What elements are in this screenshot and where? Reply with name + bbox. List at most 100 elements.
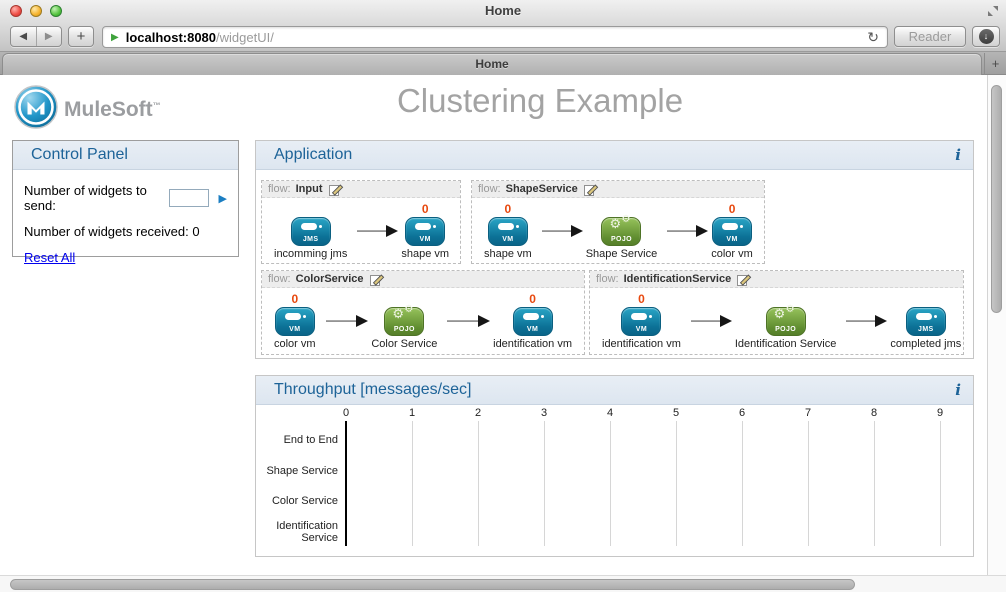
send-button[interactable]: ▶ xyxy=(219,192,227,205)
icon-type-label: VM xyxy=(622,326,660,333)
throughput-chart: 0123456789End to EndShape ServiceColor S… xyxy=(256,405,973,556)
jms-icon: JMS xyxy=(906,307,946,336)
flow-node: ⚙⚙POJOColor Service xyxy=(371,292,437,350)
flow-name-label: ColorService xyxy=(296,273,364,285)
new-tab-button[interactable]: + xyxy=(68,26,94,47)
gridline xyxy=(940,421,941,546)
toolbar: ◀ ▶ + ▶ localhost:8080 /widgetUI/ ↻ Read… xyxy=(0,22,1006,52)
flow-row: 0VMidentification vm⚙⚙POJOIdentification… xyxy=(590,288,963,350)
flow-node: 0VMshape vm xyxy=(484,202,532,260)
flow-name-label: ShapeService xyxy=(506,183,578,195)
reader-button[interactable]: Reader xyxy=(894,26,966,47)
gridline xyxy=(808,421,809,546)
info-icon[interactable]: i xyxy=(955,381,961,399)
message-counter: 0 xyxy=(529,292,536,307)
vm-icon: VM xyxy=(488,217,528,246)
jms-icon: JMS xyxy=(291,217,331,246)
icon-type-label: VM xyxy=(514,326,552,333)
flow-node: 0VMidentification vm xyxy=(602,292,681,350)
x-tick-label: 2 xyxy=(466,407,490,419)
gridline xyxy=(742,421,743,546)
icon-type-label: POJO xyxy=(385,326,423,333)
endpoint-capsule-icon xyxy=(415,223,431,230)
arrow-icon xyxy=(691,320,721,322)
pojo-icon: ⚙⚙POJO xyxy=(384,307,424,336)
url-host: localhost:8080 xyxy=(126,30,216,45)
horizontal-scrollbar[interactable] xyxy=(0,575,1006,592)
flow-box-shapeservice: flow: ShapeService 0VMshape vm ⚙⚙POJOShape … xyxy=(471,180,765,264)
edit-flow-icon[interactable] xyxy=(737,273,752,286)
back-button[interactable]: ◀ xyxy=(11,27,37,46)
vertical-scrollbar-thumb[interactable] xyxy=(991,85,1002,313)
endpoint-capsule-icon xyxy=(523,313,539,320)
y-axis-line xyxy=(345,421,347,546)
application-panel-header: Application i xyxy=(256,141,973,170)
favicon-icon: ▶ xyxy=(111,32,119,43)
control-panel-body: Number of widgets to send: ▶ Number of w… xyxy=(13,170,238,267)
arrow-icon xyxy=(447,320,479,322)
info-icon[interactable]: i xyxy=(955,146,961,164)
address-bar[interactable]: ▶ localhost:8080 /widgetUI/ ↻ xyxy=(102,26,888,48)
node-label: Identification Service xyxy=(735,338,837,350)
flow-node: ⚙⚙POJOShape Service xyxy=(586,202,658,260)
download-icon: ↓ xyxy=(979,29,994,44)
node-label: identification vm xyxy=(602,338,681,350)
flow-header: flow: IdentificationService xyxy=(590,271,963,288)
endpoint-capsule-icon xyxy=(285,313,301,320)
flow-row: JMSincomming jms0VMshape vm xyxy=(262,198,460,260)
reset-all-link[interactable]: Reset All xyxy=(24,250,75,265)
vm-icon: VM xyxy=(712,217,752,246)
edit-flow-icon[interactable] xyxy=(370,273,385,286)
gear-icon: ⚙ xyxy=(774,306,786,322)
gear-icon: ⚙ xyxy=(404,304,413,315)
vm-icon: VM xyxy=(405,217,445,246)
flow-node: 0VMidentification vm xyxy=(493,292,572,350)
x-tick-label: 5 xyxy=(664,407,688,419)
title-bar[interactable]: Home xyxy=(0,0,1006,22)
icon-type-label: VM xyxy=(276,326,314,333)
forward-button[interactable]: ▶ xyxy=(37,27,62,46)
icon-type-label: VM xyxy=(489,236,527,243)
gridline xyxy=(610,421,611,546)
arrow-icon xyxy=(357,230,387,232)
throughput-panel-title: Throughput [messages/sec] xyxy=(274,381,471,399)
vm-icon: VM xyxy=(513,307,553,336)
page-title: Clustering Example xyxy=(290,82,790,120)
message-counter: 0 xyxy=(729,202,736,217)
brand-trademark: ™ xyxy=(153,101,161,110)
widgets-send-row: Number of widgets to send: ▶ xyxy=(24,183,227,213)
widgets-received-row: Number of widgets received: 0 xyxy=(24,224,227,239)
fullscreen-icon[interactable] xyxy=(987,5,999,17)
edit-flow-icon[interactable] xyxy=(329,183,344,196)
x-tick-label: 7 xyxy=(796,407,820,419)
control-panel-header: Control Panel xyxy=(13,141,238,170)
vm-icon: VM xyxy=(621,307,661,336)
flow-prefix-label: flow: xyxy=(596,273,619,285)
flow-prefix-label: flow: xyxy=(478,183,501,195)
gridline xyxy=(412,421,413,546)
gridline xyxy=(874,421,875,546)
application-panel: Application i flow:InputJMSincomming jms… xyxy=(255,140,974,359)
flow-header: flow:ColorService xyxy=(262,271,584,288)
flow-node: ⚙⚙POJOIdentification Service xyxy=(735,292,837,350)
edit-flow-icon[interactable] xyxy=(584,183,599,196)
horizontal-scrollbar-thumb[interactable] xyxy=(10,579,855,590)
widgets-to-send-input[interactable] xyxy=(169,189,209,207)
arrow-icon xyxy=(326,320,358,322)
add-tab-button[interactable]: + xyxy=(984,53,1006,75)
arrow-icon xyxy=(667,230,697,232)
vertical-scrollbar[interactable] xyxy=(987,75,1006,575)
flow-node: JMScompleted jms xyxy=(890,292,961,350)
x-tick-label: 9 xyxy=(928,407,952,419)
vm-icon: VM xyxy=(275,307,315,336)
flow-name-label: IdentificationService xyxy=(624,273,732,285)
tab-home[interactable]: Home xyxy=(2,53,982,75)
gridline xyxy=(676,421,677,546)
message-counter: 0 xyxy=(291,292,298,307)
refresh-icon[interactable]: ↻ xyxy=(867,30,879,44)
category-label: Shape Service xyxy=(256,456,338,486)
node-label: shape vm xyxy=(401,248,449,260)
downloads-button[interactable]: ↓ xyxy=(972,26,1000,47)
node-label: Color Service xyxy=(371,338,437,350)
flow-node: 0VMcolor vm xyxy=(711,202,753,260)
